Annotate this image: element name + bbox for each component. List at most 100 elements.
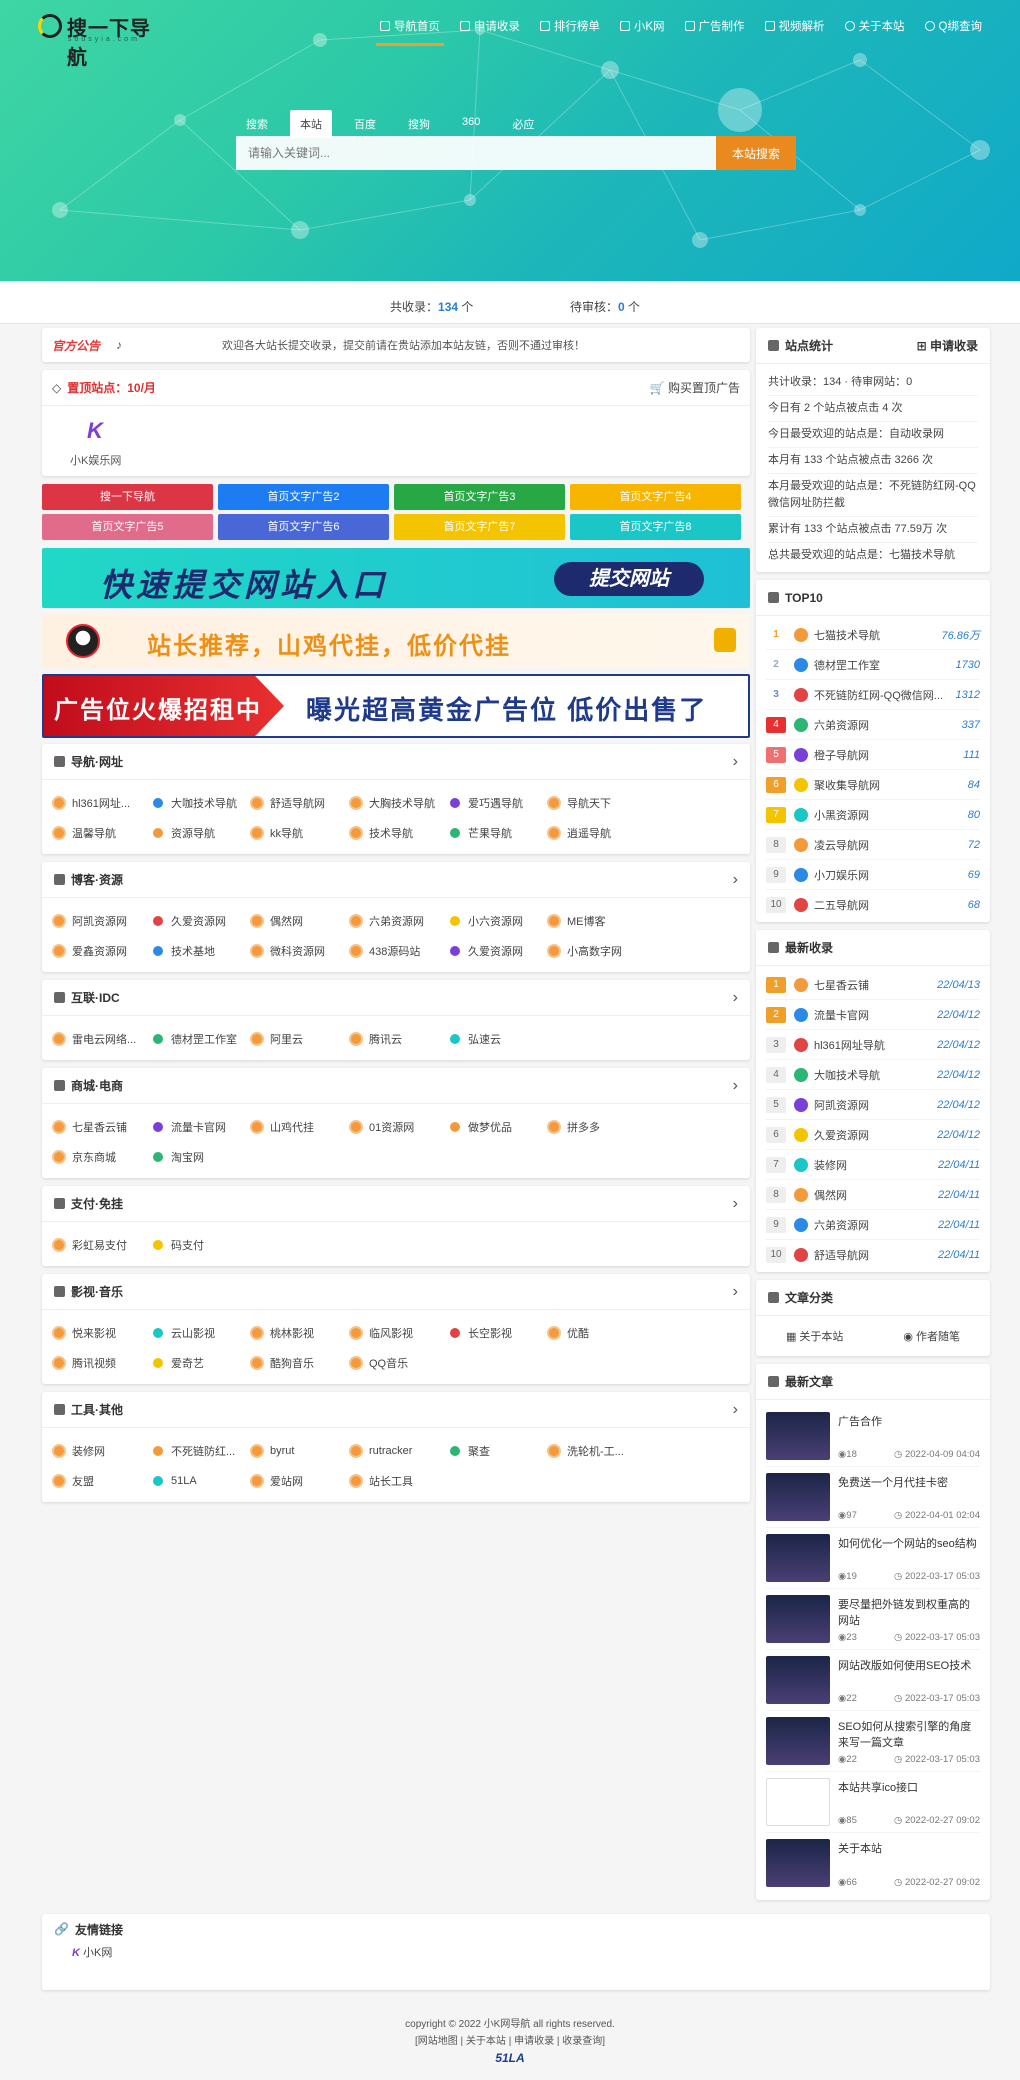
article-item[interactable]: 要尽量把外链发到权重高的网站 ◉23 ◷ 2022-03-17 05:03 <box>766 1589 980 1650</box>
category-header[interactable]: 支付·免挂 › <box>42 1186 750 1222</box>
rank-row[interactable]: 5 阿凯资源网 22/04/12 <box>766 1090 980 1120</box>
rank-row[interactable]: 4 六弟资源网 337 <box>766 710 980 740</box>
article-title[interactable]: 关于本站 <box>838 1841 980 1857</box>
rank-row[interactable]: 7 小黑资源网 80 <box>766 800 980 830</box>
category-header[interactable]: 博客·资源 › <box>42 862 750 898</box>
article-thumbnail[interactable] <box>766 1412 830 1460</box>
article-item[interactable]: 如何优化一个网站的seo结构 ◉19 ◷ 2022-03-17 05:03 <box>766 1528 980 1589</box>
rank-row[interactable]: 9 六弟资源网 22/04/11 <box>766 1210 980 1240</box>
site-link[interactable]: 彩虹易支付 <box>52 1230 151 1260</box>
chevron-right-icon[interactable]: › <box>733 1401 738 1419</box>
nav-about[interactable]: 关于本站 <box>835 18 915 48</box>
site-link[interactable]: 淘宝网 <box>151 1142 250 1172</box>
article-title[interactable]: 免费送一个月代挂卡密 <box>838 1475 980 1491</box>
search-input[interactable] <box>236 136 716 170</box>
text-ad-2[interactable]: 首页文字广告2 <box>218 484 389 510</box>
rank-row[interactable]: 2 德材罡工作室 1730 <box>766 650 980 680</box>
site-link[interactable]: byrut <box>250 1436 349 1466</box>
rank-row[interactable]: 1 七星香云铺 22/04/13 <box>766 970 980 1000</box>
site-link[interactable]: 临风影视 <box>349 1318 448 1348</box>
tab-site[interactable]: 本站 <box>290 110 332 138</box>
article-thumbnail[interactable] <box>766 1473 830 1521</box>
site-link[interactable]: ME博客 <box>547 906 646 936</box>
rank-row[interactable]: 9 小刀娱乐网 69 <box>766 860 980 890</box>
article-item[interactable]: 本站共享ico接口 ◉85 ◷ 2022-02-27 09:02 <box>766 1772 980 1833</box>
site-link[interactable]: 聚查 <box>448 1436 547 1466</box>
nav-video-parse[interactable]: 视频解析 <box>755 18 835 48</box>
site-link[interactable]: 阿凯资源网 <box>52 906 151 936</box>
site-link[interactable]: 技术基地 <box>151 936 250 966</box>
site-link[interactable]: 六弟资源网 <box>349 906 448 936</box>
article-item[interactable]: 广告合作 ◉18 ◷ 2022-04-09 04:04 <box>766 1406 980 1467</box>
text-ad-3[interactable]: 首页文字广告3 <box>394 484 565 510</box>
site-link[interactable]: 爱奇艺 <box>151 1348 250 1378</box>
site-link[interactable]: 阿里云 <box>250 1024 349 1054</box>
chevron-right-icon[interactable]: › <box>733 871 738 889</box>
rank-row[interactable]: 5 橙子导航网 111 <box>766 740 980 770</box>
site-link[interactable]: 装修网 <box>52 1436 151 1466</box>
site-link[interactable]: 技术导航 <box>349 818 448 848</box>
site-link[interactable]: 做梦优品 <box>448 1112 547 1142</box>
chevron-right-icon[interactable]: › <box>733 1077 738 1095</box>
site-link[interactable]: 逍遥导航 <box>547 818 646 848</box>
site-link[interactable]: 腾讯云 <box>349 1024 448 1054</box>
site-link[interactable]: 爱站网 <box>250 1466 349 1496</box>
article-title[interactable]: 要尽量把外链发到权重高的网站 <box>838 1597 980 1629</box>
category-header[interactable]: 商城·电商 › <box>42 1068 750 1104</box>
article-thumbnail[interactable] <box>766 1717 830 1765</box>
text-ad-6[interactable]: 首页文字广告6 <box>218 514 389 540</box>
site-link[interactable]: 小高数字网 <box>547 936 646 966</box>
rank-row[interactable]: 8 凌云导航网 72 <box>766 830 980 860</box>
tab-sogou[interactable]: 搜狗 <box>398 110 440 138</box>
text-ad-5[interactable]: 首页文字广告5 <box>42 514 213 540</box>
tab-baidu[interactable]: 百度 <box>344 110 386 138</box>
site-link[interactable]: 流量卡官网 <box>151 1112 250 1142</box>
site-link[interactable]: 偶然网 <box>250 906 349 936</box>
category-header[interactable]: 导航·网址 › <box>42 744 750 780</box>
site-link[interactable]: 雷电云网络... <box>52 1024 151 1054</box>
site-link[interactable]: kk导航 <box>250 818 349 848</box>
site-link[interactable]: 拼多多 <box>547 1112 646 1142</box>
site-link[interactable]: 弘速云 <box>448 1024 547 1054</box>
site-link[interactable]: 爱巧遇导航 <box>448 788 547 818</box>
site-link[interactable]: 洗轮机-工... <box>547 1436 646 1466</box>
article-title[interactable]: 网站改版如何使用SEO技术 <box>838 1658 980 1674</box>
article-title[interactable]: 本站共享ico接口 <box>838 1780 980 1796</box>
tab-360[interactable]: 360 <box>452 110 490 138</box>
site-link[interactable]: 悦来影视 <box>52 1318 151 1348</box>
tab-search[interactable]: 搜索 <box>236 110 278 138</box>
site-link[interactable]: 01资源网 <box>349 1112 448 1142</box>
site-link[interactable]: 京东商城 <box>52 1142 151 1172</box>
site-link[interactable]: 码支付 <box>151 1230 250 1260</box>
site-link[interactable]: 小六资源网 <box>448 906 547 936</box>
site-link[interactable]: 51LA <box>151 1466 250 1496</box>
article-title[interactable]: 广告合作 <box>838 1414 980 1430</box>
site-link[interactable]: 山鸡代挂 <box>250 1112 349 1142</box>
tab-bing[interactable]: 必应 <box>502 110 544 138</box>
apply-link[interactable]: ⊞ 申请收录 <box>917 337 978 354</box>
rank-row[interactable]: 2 流量卡官网 22/04/12 <box>766 1000 980 1030</box>
site-link[interactable]: 微科资源网 <box>250 936 349 966</box>
nav-xiaok[interactable]: 小K网 <box>610 18 675 48</box>
chevron-right-icon[interactable]: › <box>733 1283 738 1301</box>
rank-row[interactable]: 3 不死链防红网-QQ微信网... 1312 <box>766 680 980 710</box>
nav-apply[interactable]: 申请收录 <box>450 18 530 48</box>
nav-ad-make[interactable]: 广告制作 <box>675 18 755 48</box>
category-header[interactable]: 影视·音乐 › <box>42 1274 750 1310</box>
site-link[interactable]: 438源码站 <box>349 936 448 966</box>
site-link[interactable]: 久爱资源网 <box>151 906 250 936</box>
text-ad-4[interactable]: 首页文字广告4 <box>570 484 741 510</box>
rank-row[interactable]: 8 偶然网 22/04/11 <box>766 1180 980 1210</box>
site-link[interactable]: 桃林影视 <box>250 1318 349 1348</box>
text-ad-1[interactable]: 搜一下导航 <box>42 484 213 510</box>
nav-qq-query[interactable]: Q绑查询 <box>915 18 992 48</box>
site-link[interactable]: rutracker <box>349 1436 448 1466</box>
site-link[interactable]: 站长工具 <box>349 1466 448 1496</box>
article-item[interactable]: SEO如何从搜索引擎的角度来写一篇文章 ◉22 ◷ 2022-03-17 05:03 <box>766 1711 980 1772</box>
site-link[interactable]: 芒果导航 <box>448 818 547 848</box>
search-button[interactable]: 本站搜索 <box>716 136 796 170</box>
site-link[interactable]: 舒适导航网 <box>250 788 349 818</box>
site-link[interactable]: 酷狗音乐 <box>250 1348 349 1378</box>
buy-pinned-link[interactable]: 🛒 购买置顶广告 <box>650 379 740 396</box>
rank-row[interactable]: 10 二五导航网 68 <box>766 890 980 920</box>
